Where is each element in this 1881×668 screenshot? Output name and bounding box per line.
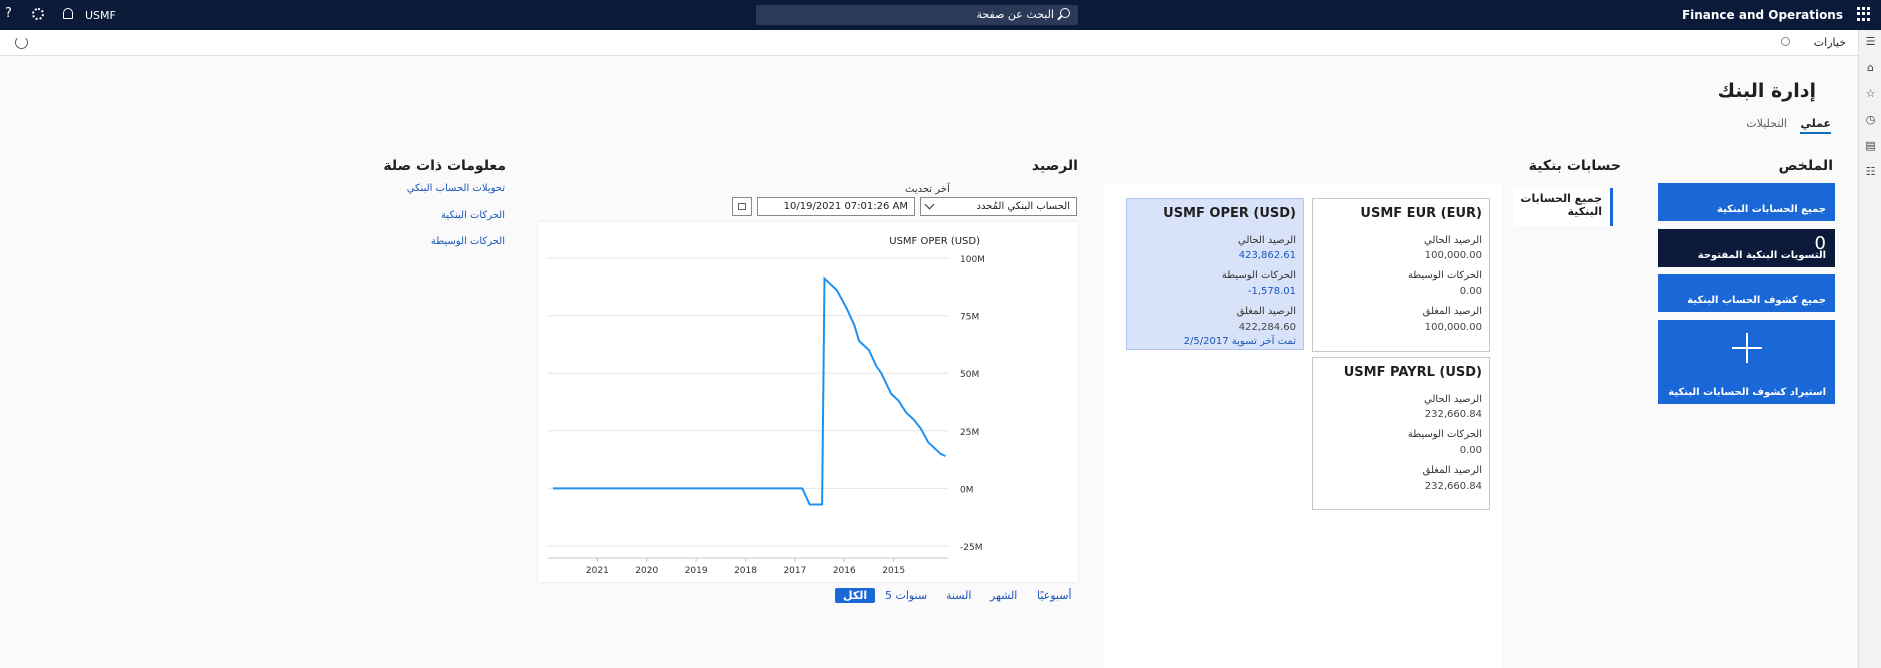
tab-my-work[interactable]: عملي [1800,117,1831,134]
balance-line-chart: USMF OPER (USD) 100M 75M 50M 25M 0M -25M 2021… [548,236,985,576]
current-balance-label: الرصيد الحالي [1238,235,1296,246]
last-update-field[interactable]: 10/19/2021 07:01:26 AM [757,197,915,216]
company-picker[interactable]: USMF [85,9,116,22]
account-name: USMF OPER (USD) [1163,206,1296,221]
options-button[interactable]: خيارات [1814,36,1846,49]
modules-icon[interactable]: ☷ [1864,166,1877,177]
y-tick-label: 75M [960,313,979,323]
calendar-button[interactable] [732,197,752,216]
navigation-rail: ☰ ⌂ ☆ ◷ ▤ ☷ [1858,30,1881,668]
summary-heading: الملخص [1778,158,1833,174]
current-balance-label: الرصيد الحالي [1424,235,1482,246]
closing-balance-label: الرصيد المغلق [1422,306,1482,317]
y-tick-label: 50M [960,370,979,380]
link-bank-account-transfers[interactable]: تحويلات الحساب البنكي [407,183,505,194]
x-tick-label: 2015 [882,566,905,576]
recent-icon[interactable]: ◷ [1864,114,1877,125]
search-icon [1060,8,1070,18]
balance-chart: USMF OPER (USD) 100M 75M 50M 25M 0M -25M 2021… [538,222,1078,582]
current-balance-value: 232,660.84 [1424,409,1482,420]
gear-icon[interactable] [32,8,44,20]
intermediate-label: الحركات الوسيطة [1407,270,1482,281]
tile-label: التسويات البنكية المفتوحة [1697,250,1826,261]
intermediate-value: 0.00 [1459,286,1482,297]
closing-balance-label: الرصيد المغلق [1236,306,1296,317]
home-icon[interactable]: ⌂ [1864,62,1877,73]
period-month[interactable]: الشهر [990,589,1017,602]
app-launcher-icon[interactable] [1857,7,1871,21]
tile-import-bank-statements[interactable]: استيراد كشوف الحسابات البنكية [1658,320,1835,404]
tile-label: جميع الحسابات البنكية [1717,204,1826,215]
action-search-icon[interactable] [1781,37,1790,46]
bell-icon[interactable] [63,8,73,19]
top-bar: Finance and Operations البحث عن صفحة USM… [0,0,1881,30]
closing-balance-value: 232,660.84 [1424,481,1482,492]
action-bar: خيارات [0,30,1858,56]
tile-all-bank-accounts[interactable]: جميع الحسابات البنكية [1658,183,1835,221]
closing-balance-value: 100,000.00 [1424,322,1482,333]
side-tab-all-bank-accounts[interactable]: جميع الحسابات البنكية [1513,188,1613,226]
intermediate-label: الحركات الوسيطة [1407,429,1482,440]
calendar-icon [738,203,746,210]
series-line [552,276,946,506]
bank-accounts-side-nav: جميع الحسابات البنكية [1503,184,1613,668]
app-title[interactable]: Finance and Operations [1682,8,1843,22]
balance-heading: الرصيد [1031,158,1078,174]
selected-account-value: الحساب البنكي المُحدد [976,201,1070,212]
x-tick-label: 2021 [586,566,609,576]
closing-balance-label: الرصيد المغلق [1422,465,1482,476]
related-info-heading: معلومات ذات صلة [383,158,506,174]
hamburger-menu-icon[interactable]: ☰ [1864,36,1877,47]
account-card-usmf-payrl[interactable]: USMF PAYRL (USD) الرصيد الحالي 232,660.8… [1312,357,1490,510]
chart-title: USMF OPER (USD) [889,236,980,247]
y-tick-label: 100M [960,255,985,265]
y-tick-label: -25M [960,543,982,553]
intermediate-value: 0.00 [1459,445,1482,456]
tile-open-reconciliations[interactable]: 0 التسويات البنكية المفتوحة [1658,229,1835,267]
chevron-down-icon [924,199,935,210]
help-icon[interactable]: ? [5,6,12,21]
intermediate-value: -1,578.01 [1247,286,1296,297]
last-reconciled-link[interactable]: تمت آخر تسوية 2/5/2017 [1184,336,1296,347]
page-title: إدارة البنك [1717,80,1816,102]
refresh-icon[interactable] [15,36,28,49]
x-tick-label: 2019 [685,566,708,576]
x-tick-label: 2016 [833,566,856,576]
tile-label: جميع كشوف الحساب البنكية [1687,295,1826,306]
bank-account-select[interactable]: الحساب البنكي المُحدد [920,197,1077,216]
bank-accounts-heading: حسابات بنكية [1528,158,1621,174]
y-tick-label: 0M [960,485,974,495]
period-year[interactable]: السنة [946,589,971,602]
x-tick-label: 2017 [783,566,806,576]
y-tick-label: 25M [960,428,979,438]
last-update-label: آخر تحديث [905,184,950,195]
period-all[interactable]: الكل [835,588,876,603]
account-name: USMF EUR (EUR) [1360,206,1482,221]
account-card-usmf-eur[interactable]: USMF EUR (EUR) الرصيد الحالي 100,000.00 … [1312,198,1490,352]
intermediate-label: الحركات الوسيطة [1221,270,1296,281]
current-balance-value: 100,000.00 [1424,250,1482,261]
current-balance-value: 423,862.61 [1238,250,1296,261]
tab-analytics[interactable]: التحليلات [1746,117,1787,130]
account-name: USMF PAYRL (USD) [1343,365,1482,380]
workspaces-icon[interactable]: ▤ [1864,140,1877,151]
tile-label: استيراد كشوف الحسابات البنكية [1668,387,1826,398]
link-bank-transactions[interactable]: الحركات البنكية [441,210,505,221]
closing-balance-value: 422,284.60 [1238,322,1296,333]
tile-all-bank-statements[interactable]: جميع كشوف الحساب البنكية [1658,274,1835,312]
search-input[interactable]: البحث عن صفحة [756,5,1078,25]
favorites-icon[interactable]: ☆ [1864,88,1877,99]
period-5-years[interactable]: 5 سنوات [885,589,927,602]
x-tick-label: 2020 [635,566,658,576]
last-update-value: 10/19/2021 07:01:26 AM [783,201,908,212]
search-placeholder: البحث عن صفحة [976,8,1054,21]
account-card-usmf-oper[interactable]: USMF OPER (USD) الرصيد الحالي 423,862.61… [1126,198,1304,350]
link-intermediate-transactions[interactable]: الحركات الوسيطة [431,236,505,247]
current-balance-label: الرصيد الحالي [1424,394,1482,405]
plus-icon [1732,333,1762,363]
x-tick-label: 2018 [734,566,757,576]
period-weekly[interactable]: أسبوعيًا [1037,589,1072,602]
